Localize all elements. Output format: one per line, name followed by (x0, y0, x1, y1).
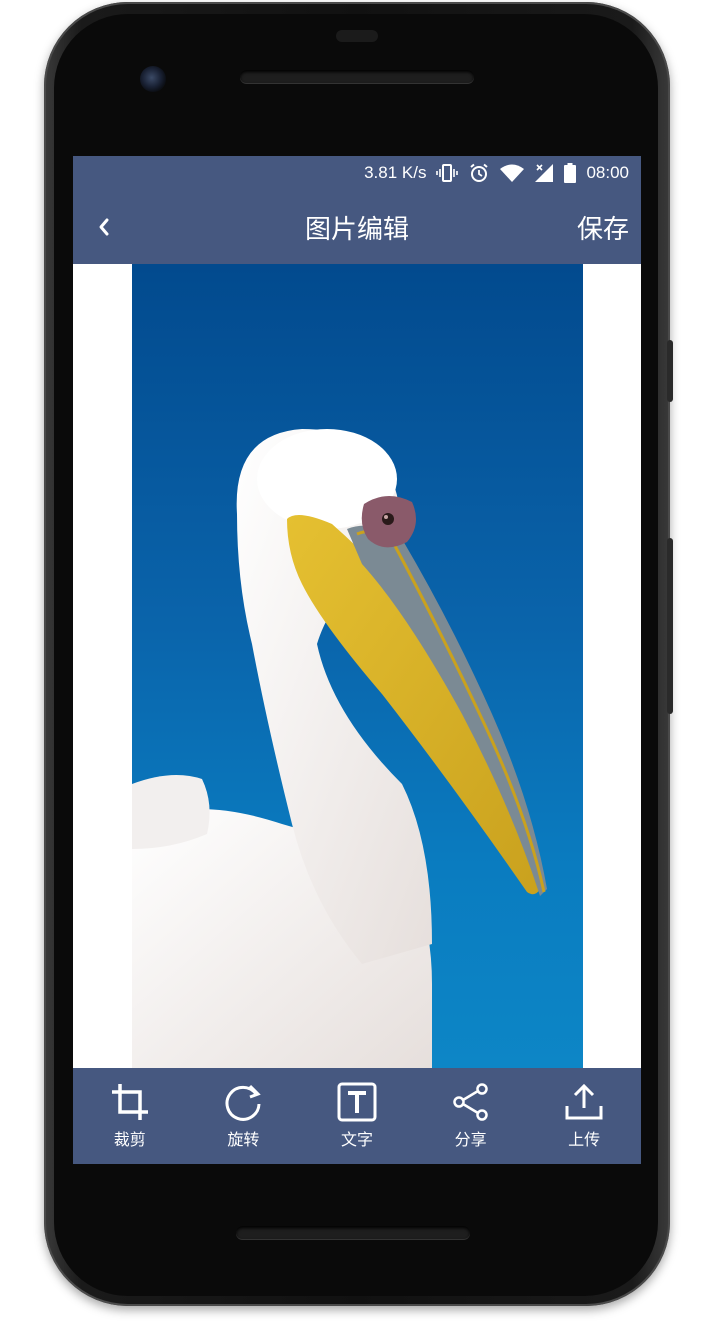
text-button[interactable]: 文字 (307, 1068, 407, 1164)
save-button[interactable]: 保存 (577, 206, 629, 248)
bottom-speaker (236, 1226, 470, 1239)
rotate-button[interactable]: 旋转 (193, 1068, 293, 1164)
upload-icon (564, 1082, 604, 1122)
back-button[interactable] (87, 210, 121, 244)
app-bar: 图片编辑 保存 (73, 190, 641, 264)
upload-button[interactable]: 上传 (534, 1068, 634, 1164)
sensor-slot (336, 30, 378, 42)
wifi-icon (500, 164, 525, 182)
rotate-icon (223, 1082, 263, 1122)
power-button (667, 340, 673, 402)
clock: 08:00 (586, 163, 629, 182)
share-button[interactable]: 分享 (421, 1068, 521, 1164)
vibrate-icon (436, 163, 459, 183)
share-label: 分享 (454, 1130, 487, 1149)
signal-icon (534, 163, 554, 183)
upload-label: 上传 (568, 1130, 601, 1149)
text-icon (337, 1082, 377, 1122)
network-speed: 3.81 K/s (364, 163, 427, 182)
bottom-toolbar: 裁剪 旋转 文字 分享 上传 (73, 1068, 641, 1164)
front-camera (140, 66, 166, 92)
volume-button (667, 538, 673, 714)
edited-photo (132, 264, 583, 1068)
chevron-left-icon (99, 218, 109, 236)
status-bar: 3.81 K/s 08:00 (73, 156, 641, 190)
screen: 3.81 K/s 08:00 图片编辑 保存 裁剪 旋转 文字 分享 上传 (73, 156, 641, 1164)
text-label: 文字 (340, 1130, 373, 1149)
top-speaker (240, 70, 474, 83)
crop-button[interactable]: 裁剪 (80, 1068, 180, 1164)
crop-icon (110, 1082, 150, 1122)
crop-label: 裁剪 (113, 1130, 146, 1149)
image-canvas[interactable] (73, 264, 641, 1068)
rotate-label: 旋转 (227, 1130, 260, 1149)
pelican-image (132, 429, 547, 1068)
battery-icon (564, 163, 577, 183)
alarm-icon (468, 163, 490, 183)
page-title: 图片编辑 (304, 214, 409, 245)
share-icon (451, 1082, 491, 1122)
